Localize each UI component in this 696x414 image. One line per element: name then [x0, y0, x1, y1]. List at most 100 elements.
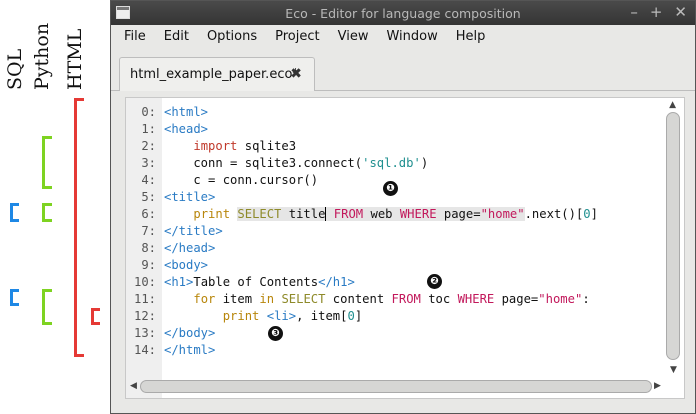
maximize-icon[interactable]: +	[650, 3, 663, 21]
python-label: Python	[31, 22, 53, 90]
line-number: 4:	[141, 173, 156, 187]
line-number: 8:	[141, 241, 156, 255]
menu-options[interactable]: Options	[198, 29, 266, 44]
tab-label: html_example_paper.eco*	[130, 67, 299, 82]
window-title: Eco - Editor for language composition	[285, 5, 521, 21]
tab-html-example[interactable]: html_example_paper.eco* ✖	[119, 57, 315, 91]
code-line[interactable]: 10: <h1>Table of Contents</h1>	[126, 274, 656, 291]
line-number: 6:	[141, 207, 156, 221]
code-token: SELECT	[281, 292, 326, 306]
code-token: </h1>	[318, 275, 355, 289]
code-line[interactable]: 13: </body>	[126, 325, 656, 342]
line-text: <head>	[156, 121, 208, 138]
code-line[interactable]: 3: conn = sqlite3.connect('sql.db')	[126, 155, 656, 172]
python-bracket-3	[42, 289, 52, 325]
code-token: </body>	[164, 326, 216, 340]
menu-help[interactable]: Help	[447, 29, 495, 44]
html-inner-bracket	[91, 308, 100, 325]
menu-file[interactable]: File	[115, 29, 155, 44]
code-token: item	[215, 292, 260, 306]
code-editor[interactable]: 0: <html> 1: <head> 2: import sqlite3 3: conn…	[125, 97, 685, 399]
line-number: 11:	[133, 292, 156, 306]
code-area[interactable]: 0: <html> 1: <head> 2: import sqlite3 3: conn…	[126, 104, 656, 359]
code-line[interactable]: 12: print <li>, item[0]	[126, 308, 656, 325]
line-text: </html>	[156, 342, 215, 359]
python-bracket-2	[42, 203, 52, 222]
line-text: </title>	[156, 223, 223, 240]
menu-view[interactable]: View	[329, 29, 378, 44]
line-number: 9:	[141, 258, 156, 272]
line-number: 2:	[141, 139, 156, 153]
line-text: for item in SELECT content FROM toc WHER…	[156, 291, 590, 308]
code-token: page=	[494, 292, 539, 306]
python-bracket-1	[42, 136, 52, 189]
menu-window[interactable]: Window	[377, 29, 446, 44]
line-text: import sqlite3	[156, 138, 296, 155]
html-bracket	[74, 98, 84, 357]
line-text: conn = sqlite3.connect('sql.db')	[156, 155, 428, 172]
code-token: ]	[590, 207, 598, 221]
code-token: sqlite3	[237, 139, 297, 153]
line-number: 7:	[141, 224, 156, 238]
vertical-scrollbar[interactable]: ▼	[666, 112, 680, 375]
code-token: <title>	[164, 190, 216, 204]
code-line[interactable]: 0: <html>	[126, 104, 656, 121]
code-token: 0	[347, 309, 355, 323]
scroll-left-arrow-icon[interactable]: ◀	[130, 381, 137, 391]
horizontal-scrollbar[interactable]	[140, 380, 652, 393]
minimize-icon[interactable]: –	[630, 3, 638, 21]
code-token: <html>	[164, 105, 209, 119]
line-text: <h1>Table of Contents</h1>	[156, 274, 355, 291]
title-bar: Eco - Editor for language composition – …	[111, 1, 695, 25]
scroll-down-arrow-icon[interactable]: ▼	[670, 365, 677, 375]
code-token: web	[363, 207, 400, 221]
code-token: FROM	[333, 207, 364, 221]
code-token: .next()[	[524, 207, 584, 221]
line-text: </head>	[156, 240, 215, 257]
code-line[interactable]: 2: import sqlite3	[126, 138, 656, 155]
close-window-icon[interactable]: ✕	[674, 3, 687, 21]
marker-2: ❷	[427, 274, 442, 289]
tab-close-icon[interactable]: ✖	[290, 66, 302, 82]
tab-strip: html_example_paper.eco* ✖	[111, 47, 695, 91]
html-label: HTML	[64, 28, 86, 90]
scroll-up-arrow-icon[interactable]: ▲	[669, 100, 676, 110]
line-text: <body>	[156, 257, 208, 274]
code-line[interactable]: 6: print SELECT title FROM web WHERE pag…	[126, 206, 656, 223]
scroll-right-arrow-icon[interactable]: ▶	[654, 381, 661, 391]
code-token: Table of Contents	[193, 275, 319, 289]
code-line[interactable]: 8: </head>	[126, 240, 656, 257]
line-text: c = conn.cursor()	[156, 172, 318, 189]
code-token: ]	[354, 309, 363, 323]
code-line[interactable]: 1: <head>	[126, 121, 656, 138]
code-token: SELECT	[237, 207, 282, 221]
code-token: :	[582, 292, 590, 306]
menu-project[interactable]: Project	[266, 29, 328, 44]
line-number: 5:	[141, 190, 156, 204]
code-token: WHERE	[457, 292, 495, 306]
code-token: <h1>	[164, 275, 194, 289]
code-line[interactable]: 11: for item in SELECT content FROM toc …	[126, 291, 656, 308]
code-token: toc	[420, 292, 458, 306]
eco-window: Eco - Editor for language composition – …	[110, 0, 696, 414]
code-line[interactable]: 14: </html>	[126, 342, 656, 359]
code-line[interactable]: 7: </title>	[126, 223, 656, 240]
line-number: 1:	[141, 122, 156, 136]
menu-edit[interactable]: Edit	[155, 29, 198, 44]
code-token: FROM	[391, 292, 421, 306]
code-token: import	[193, 139, 238, 153]
code-line[interactable]: 9: <body>	[126, 257, 656, 274]
marker-3: ❸	[268, 326, 283, 341]
line-number: 13:	[133, 326, 156, 340]
code-token: "home"	[538, 292, 583, 306]
code-token: print	[222, 309, 260, 323]
code-token: )	[420, 156, 429, 170]
line-number: 14:	[133, 343, 156, 357]
code-token: , item[	[296, 309, 348, 323]
line-text: <title>	[156, 189, 215, 206]
